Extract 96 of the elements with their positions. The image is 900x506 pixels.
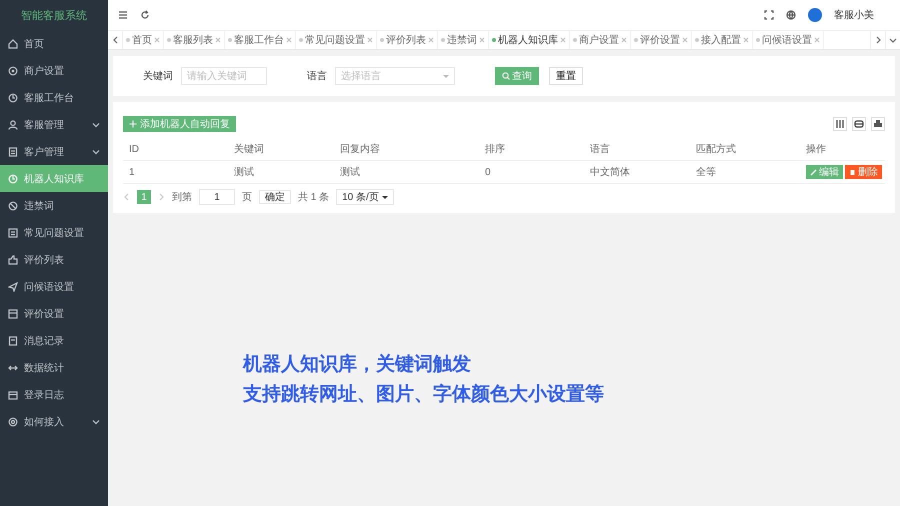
search-icon bbox=[502, 72, 510, 80]
close-icon[interactable] bbox=[621, 37, 627, 43]
refresh-icon[interactable] bbox=[140, 10, 150, 20]
tab[interactable]: 违禁词 bbox=[438, 31, 489, 49]
gear-icon bbox=[8, 416, 18, 426]
tab[interactable]: 评价设置 bbox=[631, 31, 692, 49]
sidebar-item[interactable]: 商户设置 bbox=[0, 57, 108, 84]
arrows-icon bbox=[8, 362, 18, 372]
clock-icon bbox=[8, 92, 18, 102]
goto-label: 到第 bbox=[172, 191, 192, 204]
column-header: 回复内容 bbox=[334, 138, 479, 161]
window-icon bbox=[8, 308, 18, 318]
document-icon bbox=[8, 336, 18, 346]
clock-icon bbox=[8, 174, 18, 184]
tab[interactable]: 常见问题设置 bbox=[296, 31, 377, 49]
close-icon[interactable] bbox=[814, 37, 820, 43]
trash-icon bbox=[849, 168, 856, 176]
tab[interactable]: 问候语设置 bbox=[753, 31, 824, 49]
columns-icon bbox=[835, 119, 845, 129]
page-input-field[interactable]: 1 bbox=[199, 189, 235, 205]
chevron-down-icon bbox=[92, 418, 100, 424]
plus-icon bbox=[129, 120, 137, 128]
close-icon[interactable] bbox=[286, 37, 292, 43]
sidebar-item[interactable]: 常见问题设置 bbox=[0, 219, 108, 246]
fullscreen-icon[interactable] bbox=[764, 10, 774, 20]
chevron-right-icon[interactable] bbox=[874, 36, 882, 44]
sidebar-item[interactable]: 登录日志 bbox=[0, 381, 108, 408]
total-count: 共 1 条 bbox=[298, 190, 330, 204]
close-icon[interactable] bbox=[428, 37, 434, 43]
column-header: 操作 bbox=[800, 138, 885, 161]
sidebar-item[interactable]: 问候语设置 bbox=[0, 273, 108, 300]
table-cell: 测试 bbox=[334, 161, 479, 184]
thumbs-up-icon bbox=[8, 254, 18, 264]
sidebar-item[interactable]: 消息记录 bbox=[0, 327, 108, 354]
tab[interactable]: 客服工作台 bbox=[225, 31, 296, 49]
tab[interactable]: 首页 bbox=[123, 31, 164, 49]
column-header: 关键词 bbox=[228, 138, 334, 161]
table-cell: 1 bbox=[123, 161, 228, 184]
caret-down-icon bbox=[443, 74, 449, 78]
sidebar-item[interactable]: 客户管理 bbox=[0, 138, 108, 165]
tab[interactable]: 机器人知识库 bbox=[489, 31, 570, 49]
chevron-left-icon[interactable] bbox=[112, 36, 118, 44]
chevron-down-icon bbox=[92, 148, 100, 154]
note-icon bbox=[8, 228, 18, 238]
close-icon[interactable] bbox=[215, 37, 221, 43]
sidebar-item[interactable]: 客服工作台 bbox=[0, 84, 108, 111]
tab[interactable]: 评价列表 bbox=[377, 31, 438, 49]
confirm-button[interactable]: 确定 bbox=[259, 190, 291, 204]
close-icon[interactable] bbox=[743, 37, 749, 43]
chevron-down-icon bbox=[92, 122, 100, 128]
table-cell: 全等 bbox=[690, 161, 800, 184]
chevron-down-icon[interactable] bbox=[889, 36, 897, 44]
table-cell: 测试 bbox=[228, 161, 334, 184]
sidebar-item[interactable]: 首页 bbox=[0, 30, 108, 57]
close-icon[interactable] bbox=[682, 37, 688, 43]
calendar-icon bbox=[8, 390, 18, 400]
page-unit-label: 页 bbox=[242, 191, 252, 204]
avatar[interactable] bbox=[808, 8, 822, 22]
pencil-icon bbox=[810, 168, 817, 176]
column-header: 匹配方式 bbox=[690, 138, 800, 161]
field-label: 关键词 bbox=[143, 70, 173, 83]
sidebar-item[interactable]: 违禁词 bbox=[0, 192, 108, 219]
caret-down-icon bbox=[382, 196, 388, 198]
tab[interactable]: 客服列表 bbox=[164, 31, 225, 49]
column-header: 排序 bbox=[479, 138, 584, 161]
columns-button[interactable] bbox=[833, 117, 847, 131]
close-icon[interactable] bbox=[479, 37, 485, 43]
table-cell: 中文简体 bbox=[584, 161, 690, 184]
table-cell: 0 bbox=[479, 161, 584, 184]
sidebar-item[interactable]: 如何接入 bbox=[0, 408, 108, 435]
close-icon[interactable] bbox=[367, 37, 373, 43]
tab[interactable]: 商户设置 bbox=[570, 31, 631, 49]
page-size-select[interactable]: 10 条/页 bbox=[336, 189, 394, 205]
column-header: ID bbox=[123, 138, 228, 161]
globe-icon[interactable] bbox=[786, 10, 796, 20]
field-label: 语言 bbox=[307, 70, 327, 83]
blocked-icon bbox=[8, 200, 18, 210]
gear-icon bbox=[8, 66, 18, 76]
sidebar-item[interactable]: 客服管理 bbox=[0, 111, 108, 138]
close-icon[interactable] bbox=[560, 37, 566, 43]
reset-button[interactable]: 重置 bbox=[549, 67, 583, 85]
tab[interactable]: 接入配置 bbox=[692, 31, 753, 49]
send-icon bbox=[8, 282, 18, 292]
caption-text: 机器人知识库，关键词触发 bbox=[243, 352, 471, 377]
user-name[interactable]: 客服小美 bbox=[834, 8, 874, 22]
menu-icon[interactable] bbox=[118, 10, 128, 20]
person-icon bbox=[8, 120, 18, 130]
document-icon bbox=[8, 146, 18, 156]
sidebar-item[interactable]: 评价列表 bbox=[0, 246, 108, 273]
sidebar-item[interactable]: 数据统计 bbox=[0, 354, 108, 381]
column-header: 语言 bbox=[584, 138, 690, 161]
home-icon bbox=[8, 38, 18, 48]
sidebar-item[interactable]: 评价设置 bbox=[0, 300, 108, 327]
app-logo-title: 智能客服系统 bbox=[20, 8, 88, 24]
caption-text: 支持跳转网址、图片、字体颜色大小设置等 bbox=[243, 382, 604, 407]
close-icon[interactable] bbox=[154, 37, 160, 43]
